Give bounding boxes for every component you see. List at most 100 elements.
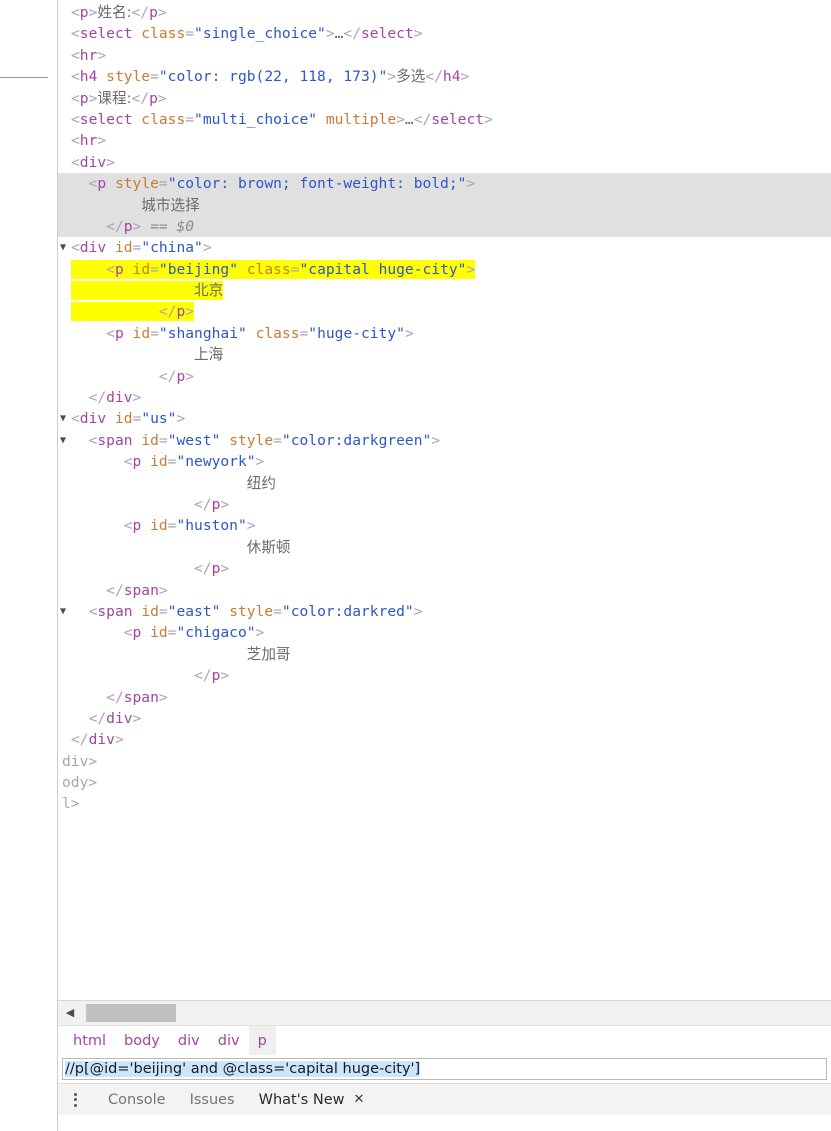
dom-breadcrumb[interactable]: html body div div p (58, 1025, 831, 1055)
dom-token-br: = (150, 260, 159, 278)
dom-node-line[interactable]: </p> (58, 494, 831, 515)
expand-triangle-icon[interactable]: ▼ (60, 430, 71, 451)
dom-token-val: "color:darkred" (281, 602, 414, 620)
dom-token-attr: class (132, 25, 186, 43)
dom-node-line[interactable]: 芝加哥 (58, 644, 831, 665)
drawer-tab-what-s-new[interactable]: What's New ✕ (247, 1092, 377, 1108)
expand-triangle-icon[interactable]: ▼ (60, 237, 71, 258)
dom-token-tag: span (123, 688, 159, 706)
breadcrumb-item-div[interactable]: div (169, 1026, 209, 1055)
dom-node-line[interactable]: ▼ <div id="us"> (58, 408, 831, 429)
dom-node-line[interactable]: ▼ <span id="east" style="color:darkred"> (58, 601, 831, 622)
dom-node-line[interactable]: </p> (58, 366, 831, 387)
dom-token-br: < (106, 260, 115, 278)
dom-node-line[interactable]: 纽约 (58, 473, 831, 494)
dom-node-line[interactable]: <hr> (58, 130, 831, 151)
dom-token-br: = (132, 239, 142, 257)
dom-node-line[interactable]: l> (58, 793, 831, 814)
dom-node-line[interactable]: <p id="huston"> (58, 515, 831, 536)
dom-node-line[interactable]: <p style="color: brown; font-weight: bol… (58, 173, 831, 195)
dom-token-attr: style (106, 175, 159, 193)
dom-token-br: > (132, 389, 142, 407)
dom-search-input[interactable]: //p[@id='beijing' and @class='capital hu… (62, 1058, 827, 1080)
horizontal-scrollbar[interactable]: ◀ (58, 1000, 831, 1025)
dom-node-line[interactable]: 城市选择 (58, 194, 831, 216)
dom-node-line[interactable]: <select class="single_choice">…</select> (58, 23, 831, 44)
dom-node-line[interactable]: <p>课程:</p> (58, 88, 831, 109)
expand-triangle-icon[interactable]: ▼ (60, 601, 71, 622)
dom-node-line[interactable]: </div> (58, 387, 831, 408)
dom-node-line[interactable]: ▼ <div id="china"> (58, 237, 831, 258)
dom-node-line[interactable]: 北京 (58, 280, 831, 301)
dom-token-br: > (88, 774, 98, 792)
dom-node-line[interactable]: </p> (58, 665, 831, 686)
dom-token-attr: multiple (317, 110, 397, 128)
dom-token-tag: span (123, 581, 159, 599)
drawer-tab-console[interactable]: Console (96, 1092, 178, 1108)
dom-node-line[interactable]: </div> (58, 729, 831, 750)
dom-node-line[interactable]: ody> (58, 772, 831, 793)
dom-node-line[interactable]: div> (58, 751, 831, 772)
dom-search-bar[interactable]: //p[@id='beijing' and @class='capital hu… (58, 1055, 831, 1083)
scrollbar-left-arrow-icon[interactable]: ◀ (62, 1005, 78, 1021)
dom-token-br: > (431, 431, 441, 449)
dom-node-line[interactable]: 休斯顿 (58, 537, 831, 558)
dom-node-line[interactable]: <p>姓名:</p> (58, 2, 831, 23)
dom-node-line[interactable]: <div> (58, 152, 831, 173)
dom-node-line[interactable]: </p> (58, 301, 831, 322)
dom-token-br: < (71, 239, 80, 257)
dom-node-line[interactable]: </p> == $0 (58, 215, 831, 238)
dom-node-line[interactable]: </div> (58, 708, 831, 729)
dom-node-line[interactable]: <p id="chigaco"> (58, 622, 831, 643)
dom-node-line[interactable]: 上海 (58, 344, 831, 365)
dom-token-br: > (70, 795, 80, 813)
dom-token-br: > (466, 260, 476, 278)
dom-node-line[interactable]: <select class="multi_choice" multiple>…<… (58, 109, 831, 130)
dom-token-br: </ (131, 89, 150, 107)
dom-token-br: > (466, 175, 476, 193)
expand-triangle-icon[interactable]: ▼ (60, 408, 71, 429)
close-icon[interactable]: ✕ (354, 1092, 365, 1107)
dom-token-br: </ (71, 731, 89, 749)
breadcrumb-item-html[interactable]: html (64, 1026, 115, 1055)
dom-token-br: < (71, 46, 80, 64)
dom-token-tag: div (79, 153, 107, 171)
dom-token-br: = (132, 410, 142, 428)
breadcrumb-item-p[interactable]: p (248, 1026, 276, 1055)
dom-node-line[interactable]: </p> (58, 558, 831, 579)
dom-token-tag: p (79, 89, 89, 107)
dom-token-val: "color: rgb(22, 118, 173)" (158, 68, 388, 86)
dom-token-br: = (150, 324, 159, 342)
dom-token-br: > (220, 667, 230, 685)
dom-node-line[interactable]: <p id="beijing" class="capital huge-city… (58, 259, 831, 280)
dom-token-txt: 北京 (194, 282, 224, 300)
more-vertical-icon[interactable] (66, 1090, 84, 1110)
dom-node-line[interactable]: </span> (58, 580, 831, 601)
dom-token-tag: hr (79, 46, 98, 64)
scrollbar-thumb[interactable] (86, 1004, 176, 1022)
dom-token-tag: p (149, 89, 158, 107)
dom-node-line[interactable]: <h4 style="color: rgb(22, 118, 173)">多选<… (58, 66, 831, 87)
dom-tree-view[interactable]: <p>姓名:</p> <select class="single_choice"… (58, 0, 831, 1000)
dom-node-line[interactable]: <p id="newyork"> (58, 451, 831, 472)
dom-token-br: > (460, 68, 470, 86)
dom-node-line[interactable]: </span> (58, 687, 831, 708)
dom-node-line[interactable]: ▼ <span id="west" style="color:darkgreen… (58, 430, 831, 451)
breadcrumb-item-body[interactable]: body (115, 1026, 169, 1055)
drawer-tab-issues[interactable]: Issues (178, 1092, 247, 1108)
dom-node-line[interactable]: <p id="shanghai" class="huge-city"> (58, 323, 831, 344)
dom-token-tag: span (97, 431, 133, 449)
dom-token-br: > (404, 324, 414, 342)
dom-token-txt: … (404, 110, 414, 128)
dom-token-br: </ (158, 367, 177, 385)
breadcrumb-item-div[interactable]: div (209, 1026, 249, 1055)
dom-node-line[interactable]: <hr> (58, 45, 831, 66)
